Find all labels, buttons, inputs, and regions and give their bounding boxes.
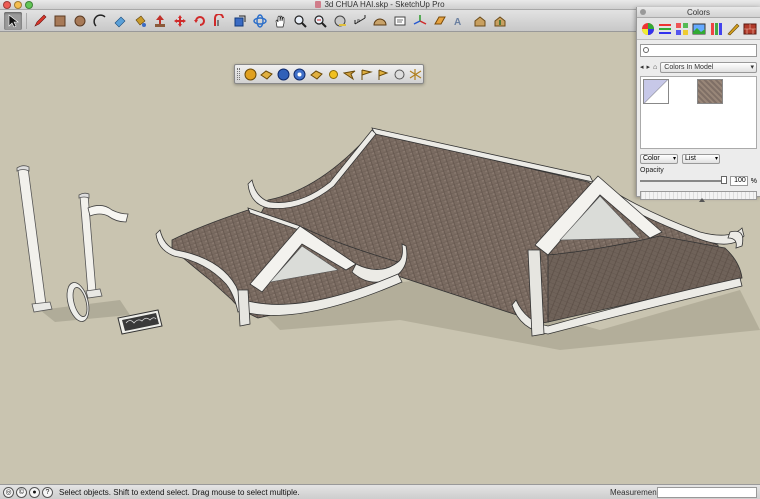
svg-text:a: a xyxy=(357,18,360,24)
account-icon[interactable]: ● xyxy=(29,486,40,498)
opacity-value-field[interactable]: 100 xyxy=(729,176,748,186)
back-arrow-icon[interactable]: ◂ xyxy=(640,63,644,71)
measurements-input[interactable] xyxy=(657,487,757,498)
move-tool-icon[interactable] xyxy=(171,12,189,30)
circle-tool-icon[interactable] xyxy=(71,12,89,30)
toolbar-grip[interactable] xyxy=(237,68,240,80)
credits-icon[interactable]: © xyxy=(16,486,27,498)
forward-arrow-icon[interactable]: ▸ xyxy=(647,63,651,71)
rectangle-tool-icon[interactable] xyxy=(51,12,69,30)
document-icon xyxy=(315,1,322,8)
zoom-tool-icon[interactable] xyxy=(291,12,309,30)
status-message: Select objects. Shift to extend select. … xyxy=(59,487,300,497)
color-sliders-icon[interactable] xyxy=(657,21,672,36)
pencil-tool-icon[interactable] xyxy=(31,12,49,30)
measurements-label: Measurements xyxy=(610,488,663,497)
paint-bucket-tool-icon[interactable] xyxy=(131,12,149,30)
flip-edge-tool-icon[interactable] xyxy=(359,67,374,82)
tape-measure-tool-icon[interactable] xyxy=(331,12,349,30)
share-model-tool-icon[interactable] xyxy=(491,12,509,30)
crayons-icon[interactable] xyxy=(708,21,723,36)
flag-icon[interactable] xyxy=(375,67,390,82)
sandbox-toolbar xyxy=(234,64,424,84)
push-pull-tool-icon[interactable] xyxy=(151,12,169,30)
mode-dropdowns: Color List xyxy=(640,154,757,164)
arc-tool-icon[interactable] xyxy=(91,12,109,30)
axes-tool-icon[interactable] xyxy=(411,12,429,30)
brick-materials-icon[interactable] xyxy=(742,21,757,36)
scale-tool-icon[interactable] xyxy=(231,12,249,30)
offset-tool-icon[interactable] xyxy=(211,12,229,30)
colors-panel-titlebar[interactable]: Colors xyxy=(637,7,760,18)
select-tool-icon[interactable] xyxy=(4,11,22,30)
eraser-tool-icon[interactable] xyxy=(111,12,129,30)
colors-search-input[interactable] xyxy=(640,44,757,57)
color-wheel-icon[interactable] xyxy=(640,21,655,36)
smoove-tool-icon[interactable] xyxy=(276,67,291,82)
grid-icon[interactable] xyxy=(408,67,423,82)
sandbox-from-contours-icon[interactable] xyxy=(243,67,258,82)
resize-knob-icon xyxy=(699,198,705,202)
color-mode-dropdown[interactable]: Color xyxy=(640,154,678,164)
library-nav: ◂ ▸ ⌂ Colors In Model xyxy=(640,61,757,73)
library-dropdown[interactable]: Colors In Model xyxy=(660,61,757,73)
column-right[interactable] xyxy=(78,192,129,299)
dimension-tool-icon[interactable]: a xyxy=(351,12,369,30)
column-left[interactable] xyxy=(16,165,53,313)
colors-panel-title: Colors xyxy=(686,8,711,17)
stamp-tool-icon[interactable] xyxy=(293,67,308,82)
sphere-icon[interactable] xyxy=(392,67,407,82)
search-icon xyxy=(643,47,649,53)
panel-resize-bar[interactable] xyxy=(640,191,757,202)
opacity-label: Opacity xyxy=(640,167,664,174)
swatch-area xyxy=(640,76,757,149)
zoom-extents-tool-icon[interactable] xyxy=(311,12,329,30)
panel-close-button[interactable] xyxy=(640,9,646,15)
window-title-text: 3d CHUA HAI.skp - SketchUp Pro xyxy=(324,0,445,9)
roof-tile-material-swatch[interactable] xyxy=(697,79,723,104)
pan-tool-icon[interactable] xyxy=(271,12,289,30)
colors-panel: Colors ◂ ▸ ⌂ Colors In Model Color List … xyxy=(636,7,760,202)
status-bar: ◎ © ● ? Select objects. Shift to extend … xyxy=(0,484,760,499)
default-material-swatch[interactable] xyxy=(643,79,669,104)
opacity-control: 100 % xyxy=(640,176,757,186)
opacity-unit: % xyxy=(750,177,757,185)
image-palettes-icon[interactable] xyxy=(691,21,706,36)
home-icon[interactable]: ⌂ xyxy=(653,64,657,71)
3d-text-tool-icon[interactable]: A xyxy=(451,12,469,30)
sandbox-from-scratch-icon[interactable] xyxy=(260,67,275,82)
section-plane-tool-icon[interactable] xyxy=(431,12,449,30)
opacity-slider-thumb[interactable] xyxy=(720,176,727,184)
rotate-tool-icon[interactable] xyxy=(191,12,209,30)
protractor-tool-icon[interactable] xyxy=(371,12,389,30)
drape-tool-icon[interactable] xyxy=(309,67,324,82)
geo-location-icon[interactable]: ◎ xyxy=(3,486,14,498)
colors-search xyxy=(640,44,757,57)
get-models-tool-icon[interactable] xyxy=(471,12,489,30)
orbit-tool-icon[interactable] xyxy=(251,12,269,30)
main-toolbar: a A xyxy=(0,10,636,32)
text-tool-icon[interactable] xyxy=(391,12,409,30)
color-palettes-icon[interactable] xyxy=(674,21,689,36)
pencils-icon[interactable] xyxy=(725,21,740,36)
svg-text:A: A xyxy=(454,17,461,28)
add-detail-tool-icon[interactable] xyxy=(342,67,357,82)
view-mode-dropdown[interactable]: List xyxy=(682,154,720,164)
sun-icon[interactable] xyxy=(326,67,341,82)
color-mode-bar xyxy=(637,18,760,40)
help-icon[interactable]: ? xyxy=(42,486,53,498)
opacity-slider[interactable] xyxy=(640,176,727,184)
